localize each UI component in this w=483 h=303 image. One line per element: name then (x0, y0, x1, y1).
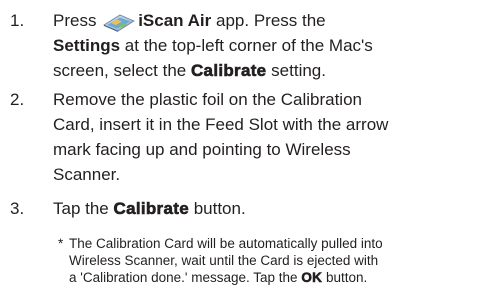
text-run: button. (325, 270, 368, 285)
note: * The Calibration Card will be automatic… (58, 235, 479, 286)
step-2-line-1: Remove the plastic foil on the Calibrati… (53, 90, 362, 109)
text-run: setting. (271, 61, 326, 80)
settings-term: Settings (53, 36, 121, 55)
step-3-line-1: Tap the Calibrate button. (53, 196, 478, 221)
ok-term: OK (301, 270, 323, 286)
step-1-line-3: screen, select the Calibrate setting. (53, 58, 478, 83)
app-name: iScan Air (138, 11, 212, 30)
note-marker: * (58, 236, 64, 251)
step-text: Tap the Calibrate button. (53, 196, 478, 221)
note-line-2: Wireless Scanner, wait until the Card is… (69, 253, 379, 268)
calibrate-term: Calibrate (190, 61, 267, 81)
step-2-line-2: Card, insert it in the Feed Slot with th… (53, 115, 389, 134)
text-run: app. Press the (216, 11, 326, 30)
text-run: screen, select the (53, 61, 187, 80)
text-run: Tap the (53, 199, 109, 218)
iscan-air-app-icon (102, 10, 136, 32)
instruction-page: 1. Press iScan Air app. Press the Settin… (0, 0, 483, 303)
step-text: Remove the plastic foil on the Calibrati… (53, 87, 478, 187)
note-line-1: The Calibration Card will be automatical… (69, 236, 383, 251)
step-text: Press iScan Air app. Press the Settings … (53, 8, 478, 83)
step-1-line-2: Settings at the top-left corner of the M… (53, 33, 478, 58)
step-2-line-4: Scanner. (53, 165, 121, 184)
step-2-line-3: mark facing up and pointing to Wireless (53, 140, 351, 159)
calibrate-term: Calibrate (113, 199, 189, 219)
note-line-3: a 'Calibration done.' message. Tap the O… (69, 269, 479, 286)
text-run: button. (193, 199, 246, 218)
text-run: Press (53, 11, 97, 30)
step-number: 2. (10, 90, 25, 109)
step-1-line-1: Press iScan Air app. Press the (53, 8, 478, 33)
step-number: 3. (10, 199, 25, 218)
step-number: 1. (10, 11, 25, 30)
text-run: at the top-left corner of the Mac's (124, 36, 373, 55)
text-run: a 'Calibration done.' message. Tap the (69, 270, 298, 285)
